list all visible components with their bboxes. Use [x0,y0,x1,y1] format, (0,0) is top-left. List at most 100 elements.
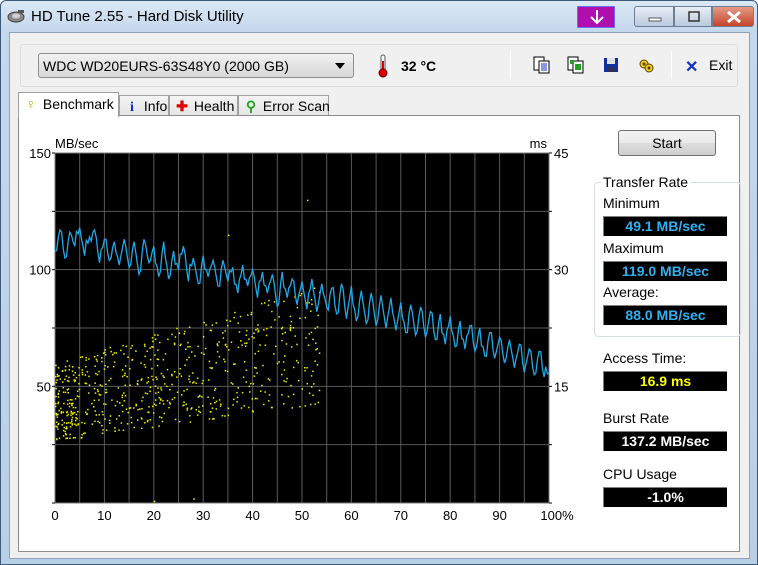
drive-select[interactable]: WDC WD20EURS-63S48Y0 (2000 GB) [38,53,354,78]
access-time-point [278,316,280,318]
access-time-point [143,363,146,366]
access-time-point [105,383,107,386]
access-time-point [82,432,85,435]
access-time-point [317,314,319,317]
access-time-point [176,391,179,393]
access-time-point [275,345,277,348]
access-time-point [147,411,149,413]
access-time-point [154,338,157,340]
access-time-point [93,355,96,358]
access-time-point [245,369,248,371]
save-icon[interactable] [601,55,621,75]
access-time-point [81,371,84,374]
access-time-point [171,333,173,336]
access-time-point [78,395,80,398]
access-time-point [261,384,263,387]
access-time-point [160,389,163,391]
access-time-point [221,414,224,417]
access-time-point [113,352,116,354]
access-time-point [72,412,74,414]
tab-info[interactable]: i Info [119,95,169,116]
access-time-point [168,406,170,409]
access-time-point [285,343,288,345]
copy-text-icon[interactable] [532,55,552,75]
tab-label: Benchmark [42,96,114,112]
access-time-point [226,345,228,348]
access-time-point [200,352,203,354]
access-time-point [290,384,292,387]
access-time-point [103,403,105,405]
hide-window-button[interactable] [577,6,615,28]
tab-error-scan[interactable]: ⚲ Error Scan [238,95,330,116]
access-time-point [130,421,133,424]
access-time-point [208,379,210,381]
access-time-point [224,415,226,417]
access-time-point [125,345,128,348]
access-time-point [94,382,96,384]
access-time-point [85,365,87,368]
access-time-point [184,330,186,333]
access-time-point [88,375,90,378]
access-time-point [62,386,65,389]
access-time-point [253,375,256,377]
access-time-point [162,358,165,361]
close-button[interactable] [712,6,754,27]
access-time-point [264,391,266,393]
access-time-point [278,361,280,363]
toolbar-separator [510,51,511,79]
access-time-point [183,401,185,403]
access-time-point [78,388,81,391]
access-time-point [254,366,256,369]
access-time-point [309,403,312,406]
access-time-point [76,395,79,397]
access-time-point [189,345,191,348]
access-time-point [270,406,273,409]
start-button[interactable]: Start [618,130,716,156]
access-time-point [280,373,283,376]
access-time-point [189,381,191,383]
access-time-point [190,408,192,410]
tab-benchmark[interactable]: ♀ Benchmark [18,92,119,117]
access-time-point [111,399,113,401]
access-time-point [104,354,107,356]
access-time-point [156,378,158,380]
access-time-point [158,416,161,418]
minimum-value: 49.1 MB/sec [603,216,727,236]
access-time-point [58,437,61,439]
access-time-point [169,388,171,391]
access-time-point [304,405,307,407]
exit-x-icon: ✕ [685,59,699,76]
access-time-point [203,321,205,324]
access-time-label: Access Time: [603,350,687,366]
access-time-point [104,349,106,351]
access-time-point [166,385,168,388]
access-time-point [139,408,141,410]
copy-screenshot-icon[interactable] [566,55,586,75]
access-time-point [231,383,234,385]
maximize-icon [688,11,700,22]
access-time-point [57,392,60,395]
access-time-point [164,353,167,355]
burst-rate-value: 137.2 MB/sec [603,431,727,451]
access-time-point [281,333,284,335]
access-time-point [280,327,283,330]
tab-health[interactable]: ✚ Health [169,95,238,116]
access-time-point [70,412,73,414]
info-icon: i [130,100,134,115]
access-time-point [259,390,262,392]
title-bar[interactable]: HD Tune 2.55 - Hard Disk Utility [1,1,757,33]
minimize-button[interactable] [634,6,674,27]
access-time-point [98,399,100,401]
access-time-point [68,369,71,371]
access-time-point [268,394,271,396]
benchmark-page: 150 100 50 45 30 15 0 10 20 30 40 50 60 70 80 90 100% MB/… [18,115,741,552]
access-time-point [227,414,229,417]
access-time-point [65,437,67,440]
arrow-down-icon [590,10,604,25]
maximize-button[interactable] [674,6,712,27]
access-time-point [176,327,178,330]
access-time-point [251,336,253,338]
options-icon[interactable] [636,55,656,75]
access-time-point [211,367,213,369]
access-time-point [197,396,200,398]
